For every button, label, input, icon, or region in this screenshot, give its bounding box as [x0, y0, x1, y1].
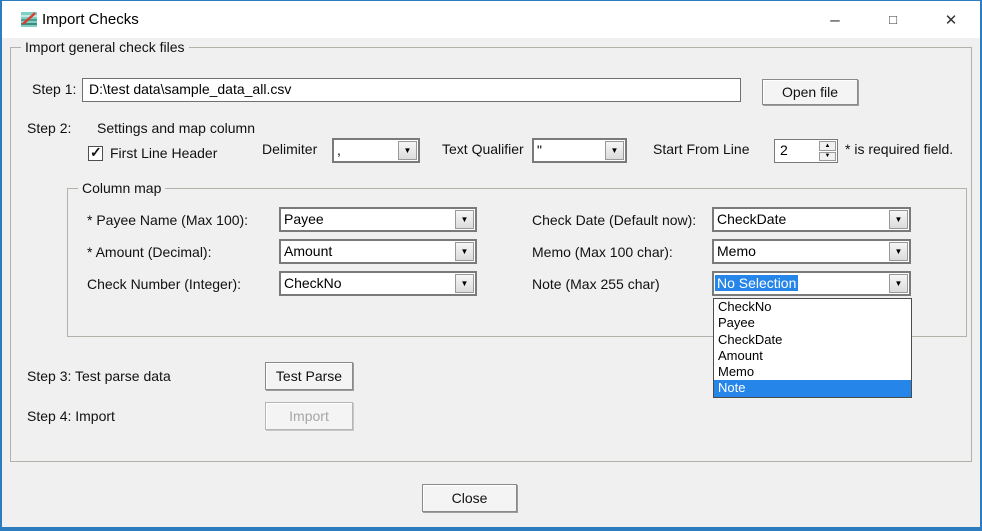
- delimiter-combobox[interactable]: , ▼: [332, 138, 420, 163]
- check-date-combobox[interactable]: CheckDate ▼: [712, 207, 911, 232]
- delimiter-label: Delimiter: [262, 141, 318, 157]
- import-button: Import: [265, 402, 353, 430]
- close-button[interactable]: Close: [422, 484, 517, 512]
- dialog-body: Import general check files Step 1: D:\te…: [2, 38, 980, 527]
- dropdown-arrow-icon[interactable]: ▼: [455, 210, 474, 229]
- dropdown-option[interactable]: CheckDate: [714, 332, 911, 348]
- start-from-line-value: 2: [780, 142, 788, 158]
- title-bar[interactable]: Import Checks – □ ✕: [2, 1, 980, 38]
- note-dropdown-list: CheckNo Payee CheckDate Amount Memo Note: [713, 298, 912, 398]
- memo-label: Memo (Max 100 char):: [532, 244, 673, 260]
- dropdown-arrow-icon[interactable]: ▼: [889, 274, 908, 293]
- dropdown-arrow-icon[interactable]: ▼: [889, 210, 908, 229]
- text-qualifier-label: Text Qualifier: [442, 141, 524, 157]
- step3-label: Step 3: Test parse data: [27, 368, 171, 384]
- amount-combobox[interactable]: Amount ▼: [279, 239, 477, 264]
- text-qualifier-value: ": [537, 142, 542, 158]
- close-icon[interactable]: ✕: [922, 1, 980, 38]
- window-title: Import Checks: [42, 11, 139, 28]
- spin-down-icon[interactable]: ▼: [819, 151, 836, 161]
- memo-combobox[interactable]: Memo ▼: [712, 239, 911, 264]
- check-date-value: CheckDate: [717, 211, 787, 227]
- first-line-header-checkbox[interactable]: ✓: [88, 144, 103, 161]
- dropdown-option[interactable]: Payee: [714, 315, 911, 331]
- note-value: No Selection: [715, 275, 799, 291]
- step2-label: Step 2:: [27, 120, 72, 136]
- dropdown-arrow-icon[interactable]: ▼: [605, 141, 624, 160]
- start-from-line-label: Start From Line: [653, 141, 750, 157]
- payee-name-label: * Payee Name (Max 100):: [87, 212, 249, 228]
- check-number-label: Check Number (Integer):: [87, 276, 242, 292]
- checkmark-icon: ✓: [90, 144, 102, 160]
- step1-label: Step 1:: [32, 81, 77, 97]
- check-number-value: CheckNo: [284, 275, 342, 291]
- text-qualifier-combobox[interactable]: " ▼: [532, 138, 627, 163]
- check-date-label: Check Date (Default now):: [532, 212, 697, 228]
- minimize-icon[interactable]: –: [806, 1, 864, 38]
- note-label: Note (Max 255 char): [532, 276, 660, 292]
- delimiter-value: ,: [337, 142, 341, 158]
- group-title: Import general check files: [21, 39, 189, 55]
- step4-label: Step 4: Import: [27, 408, 115, 424]
- check-number-combobox[interactable]: CheckNo ▼: [279, 271, 477, 296]
- payee-combobox[interactable]: Payee ▼: [279, 207, 477, 232]
- dropdown-option[interactable]: Amount: [714, 348, 911, 364]
- file-path-input[interactable]: D:\test data\sample_data_all.csv: [82, 78, 741, 102]
- dropdown-option[interactable]: Memo: [714, 364, 911, 380]
- open-file-button[interactable]: Open file: [762, 79, 858, 105]
- test-parse-button[interactable]: Test Parse: [265, 362, 353, 390]
- amount-label: * Amount (Decimal):: [87, 244, 212, 260]
- dropdown-arrow-icon[interactable]: ▼: [398, 141, 417, 160]
- first-line-header-label: First Line Header: [110, 145, 218, 161]
- maximize-icon[interactable]: □: [864, 1, 922, 38]
- dropdown-option[interactable]: CheckNo: [714, 299, 911, 315]
- dropdown-arrow-icon[interactable]: ▼: [455, 242, 474, 261]
- amount-value: Amount: [284, 243, 333, 259]
- dropdown-arrow-icon[interactable]: ▼: [889, 242, 908, 261]
- app-icon: [21, 12, 37, 27]
- note-combobox[interactable]: No Selection ▼: [712, 271, 911, 296]
- import-checks-dialog: Import Checks – □ ✕ Import general check…: [0, 0, 982, 531]
- memo-value: Memo: [717, 243, 756, 259]
- step2-title: Settings and map column: [97, 120, 255, 136]
- dropdown-option-selected[interactable]: Note: [714, 380, 911, 397]
- spinner-buttons: ▲ ▼: [819, 141, 836, 161]
- payee-value: Payee: [284, 211, 324, 227]
- spin-up-icon[interactable]: ▲: [819, 141, 836, 151]
- dropdown-arrow-icon[interactable]: ▼: [455, 274, 474, 293]
- column-map-title: Column map: [78, 180, 166, 196]
- required-field-note: * is required field.: [845, 141, 954, 157]
- caption-buttons: – □ ✕: [806, 1, 980, 38]
- start-from-line-spinner[interactable]: 2 ▲ ▼: [774, 139, 838, 163]
